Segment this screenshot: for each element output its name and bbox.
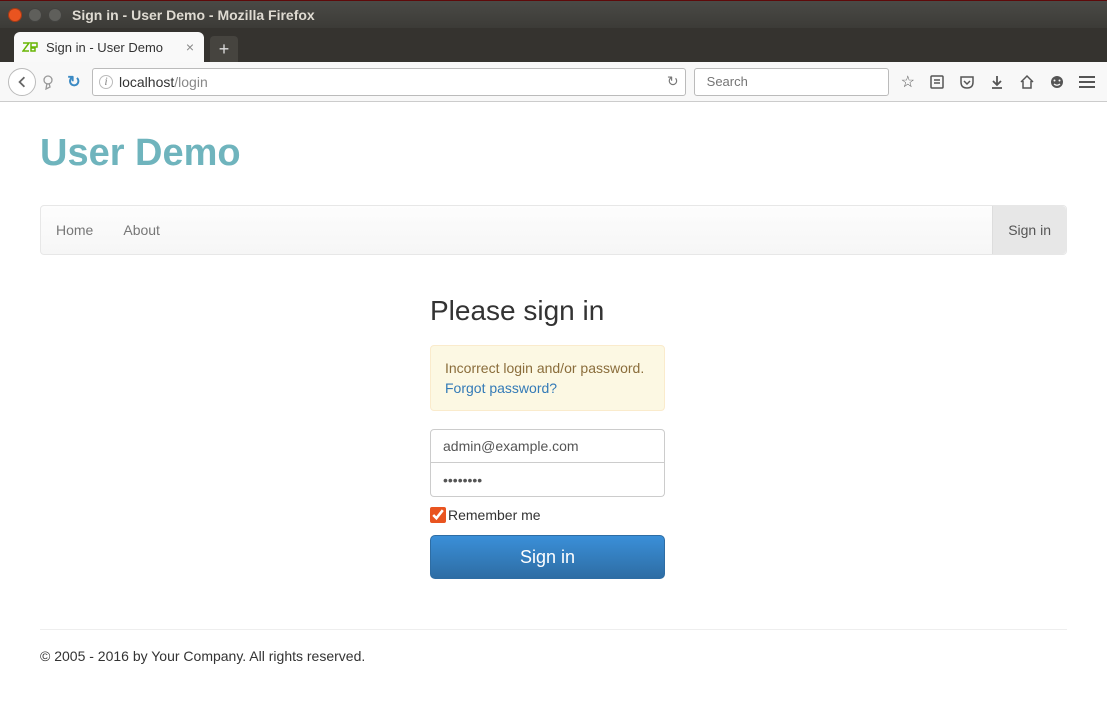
signin-form: Please sign in Incorrect login and/or pa… <box>430 295 780 579</box>
url-host: localhost <box>119 74 174 90</box>
footer-text: © 2005 - 2016 by Your Company. All right… <box>40 630 1067 682</box>
menu-button[interactable] <box>1079 76 1095 88</box>
password-field[interactable] <box>430 463 665 497</box>
window-maximize-button[interactable] <box>48 8 62 22</box>
remember-me-checkbox[interactable] <box>430 507 446 523</box>
forgot-password-link[interactable]: Forgot password? <box>445 380 650 396</box>
url-bar[interactable]: i localhost/login ↻ <box>92 68 686 96</box>
site-navbar: Home About Sign in <box>40 205 1067 255</box>
back-arrow-icon <box>16 76 28 88</box>
smiley-icon[interactable] <box>1049 74 1065 90</box>
bookmark-star-icon[interactable]: ☆ <box>901 72 915 92</box>
site-info-icon[interactable]: i <box>99 75 113 89</box>
search-bar[interactable] <box>694 68 889 96</box>
browser-tabstrip: Sign in - User Demo × + <box>0 28 1107 62</box>
page-content: User Demo Home About Sign in Please sign… <box>0 102 1107 702</box>
error-message: Incorrect login and/or password. <box>445 360 644 376</box>
brand-title: User Demo <box>40 132 1067 175</box>
hamburger-icon <box>1079 76 1095 88</box>
toolbar-actions: ☆ <box>901 72 1095 92</box>
browser-toolbar: ↻ i localhost/login ↻ ☆ <box>0 62 1107 102</box>
url-text: localhost/login <box>119 74 208 90</box>
remember-me-label: Remember me <box>448 507 541 523</box>
window-close-button[interactable] <box>8 8 22 22</box>
navbar-spacer <box>175 206 992 254</box>
reload-in-urlbar-icon[interactable]: ↻ <box>667 73 679 90</box>
remember-me-row[interactable]: Remember me <box>430 507 780 523</box>
signin-button[interactable]: Sign in <box>430 535 665 579</box>
permissions-icon[interactable] <box>40 72 60 92</box>
reading-list-icon[interactable] <box>929 74 945 90</box>
tab-close-icon[interactable]: × <box>186 39 194 55</box>
pocket-icon[interactable] <box>959 74 975 90</box>
signin-heading: Please sign in <box>430 295 780 327</box>
downloads-icon[interactable] <box>989 74 1005 90</box>
error-alert: Incorrect login and/or password. Forgot … <box>430 345 665 411</box>
reload-icon[interactable]: ↻ <box>64 72 84 92</box>
url-path: /login <box>174 74 207 90</box>
window-minimize-button[interactable] <box>28 8 42 22</box>
back-button[interactable] <box>8 68 36 96</box>
email-field[interactable] <box>430 429 665 463</box>
tab-title: Sign in - User Demo <box>46 40 178 55</box>
nav-home[interactable]: Home <box>41 206 108 254</box>
window-buttons <box>8 8 62 22</box>
nav-about[interactable]: About <box>108 206 175 254</box>
window-titlebar: Sign in - User Demo - Mozilla Firefox <box>0 0 1107 28</box>
zend-favicon-icon <box>22 42 38 52</box>
search-input[interactable] <box>707 74 883 89</box>
new-tab-button[interactable]: + <box>210 36 238 62</box>
nav-signin[interactable]: Sign in <box>992 206 1066 254</box>
window-title: Sign in - User Demo - Mozilla Firefox <box>72 7 315 23</box>
home-icon[interactable] <box>1019 74 1035 90</box>
browser-tab[interactable]: Sign in - User Demo × <box>14 32 204 62</box>
